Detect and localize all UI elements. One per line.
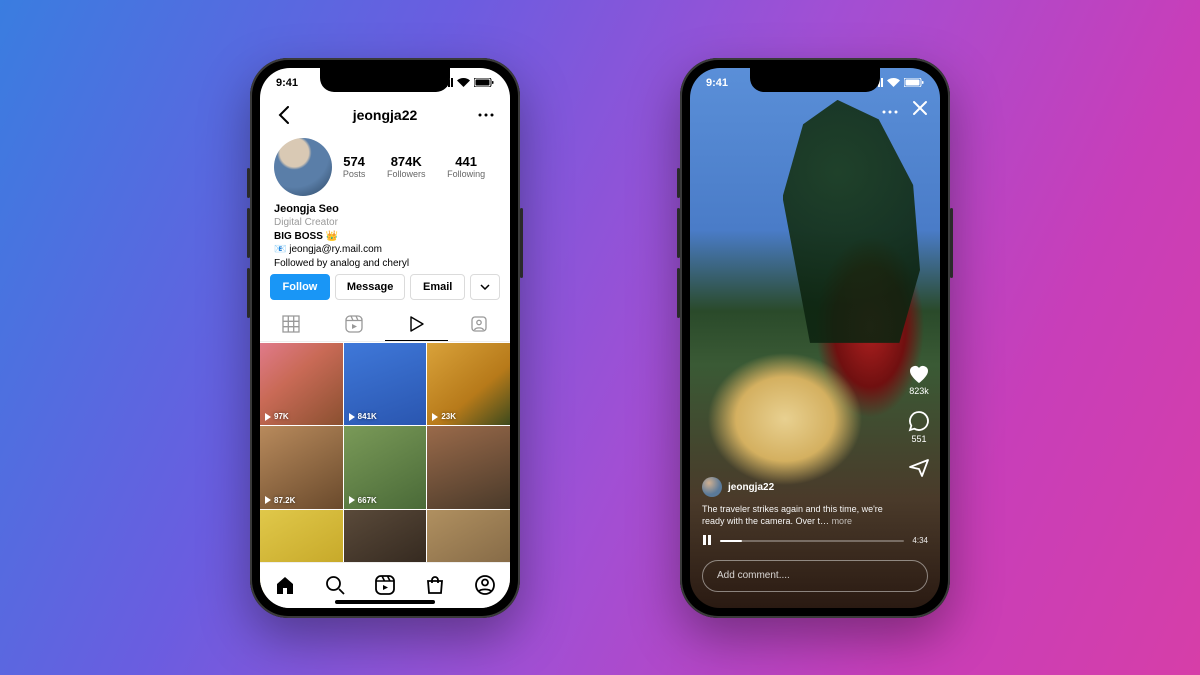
profile-tabs xyxy=(260,308,510,342)
view-count: 23K xyxy=(441,412,456,421)
grid-icon xyxy=(282,315,300,333)
post-grid: 97K 841K 23K 87.2K 667K xyxy=(260,343,510,593)
heart-icon xyxy=(908,364,930,384)
tab-reels[interactable] xyxy=(323,308,386,341)
play-icon xyxy=(264,413,272,421)
profile-bio: Jeongja Seo Digital Creator BIG BOSS 👑 📧… xyxy=(274,202,496,271)
grid-item[interactable]: 97K xyxy=(260,343,343,426)
avatar[interactable] xyxy=(274,138,332,196)
nav-home[interactable] xyxy=(272,572,298,598)
view-count: 87.2K xyxy=(274,496,295,505)
chevron-down-icon xyxy=(480,284,490,290)
stat-label: Following xyxy=(447,169,485,179)
grid-item[interactable] xyxy=(427,426,510,509)
tagged-icon xyxy=(470,315,488,333)
video-caption: jeongja22 The traveler strikes again and… xyxy=(702,477,884,527)
caption-more[interactable]: more xyxy=(832,516,853,526)
display-name: Jeongja Seo xyxy=(274,202,496,217)
nav-reels[interactable] xyxy=(372,572,398,598)
shop-icon xyxy=(424,574,446,596)
reels-icon xyxy=(345,315,363,333)
grid-item[interactable]: 667K xyxy=(344,426,427,509)
play-icon xyxy=(431,413,439,421)
grid-item[interactable]: 841K xyxy=(344,343,427,426)
battery-icon xyxy=(474,78,494,87)
view-count: 667K xyxy=(358,496,377,505)
grid-item[interactable]: 87.2K xyxy=(260,426,343,509)
tab-video[interactable] xyxy=(385,308,448,341)
video-top-controls xyxy=(882,100,928,121)
phone-profile: 9:41 jeongja22 574Posts 874KFollowers 44… xyxy=(250,58,520,618)
close-button[interactable] xyxy=(912,100,928,121)
stat-value: 574 xyxy=(343,154,366,169)
back-button[interactable] xyxy=(272,103,296,127)
video-progress: 4:34 xyxy=(702,532,928,550)
play-icon xyxy=(348,413,356,421)
nav-shop[interactable] xyxy=(422,572,448,598)
comment-icon xyxy=(908,410,930,432)
status-time: 9:41 xyxy=(276,77,298,89)
play-icon xyxy=(348,496,356,504)
comment-placeholder: Add comment.... xyxy=(717,570,790,581)
profile-header: jeongja22 xyxy=(260,98,510,132)
profile-icon xyxy=(474,574,496,596)
stat-label: Followers xyxy=(387,169,426,179)
stat-following[interactable]: 441Following xyxy=(447,154,485,179)
pause-button[interactable] xyxy=(702,532,712,550)
play-icon xyxy=(407,315,425,333)
wifi-icon xyxy=(457,78,470,87)
category: Digital Creator xyxy=(274,216,496,230)
message-button[interactable]: Message xyxy=(335,274,405,300)
comment-count: 551 xyxy=(911,434,926,444)
add-comment-input[interactable]: Add comment.... xyxy=(702,560,928,592)
stat-value: 874K xyxy=(387,154,426,169)
stat-label: Posts xyxy=(343,169,366,179)
status-time: 9:41 xyxy=(706,77,728,89)
comment-button[interactable]: 551 xyxy=(908,410,930,444)
play-icon xyxy=(264,496,272,504)
email-button[interactable]: Email xyxy=(410,274,465,300)
view-count: 841K xyxy=(358,412,377,421)
more-options-button[interactable] xyxy=(474,103,498,127)
like-count: 823k xyxy=(909,386,929,396)
share-button[interactable] xyxy=(908,458,930,478)
home-indicator[interactable] xyxy=(335,600,435,604)
caption-user[interactable]: jeongja22 xyxy=(702,477,884,497)
reels-icon xyxy=(374,574,396,596)
progress-fill xyxy=(720,540,742,542)
phone-video-player: 9:41 823k 551 xyxy=(680,58,950,618)
follow-button[interactable]: Follow xyxy=(270,274,330,300)
profile-username-title: jeongja22 xyxy=(353,107,418,123)
stat-posts[interactable]: 574Posts xyxy=(343,154,366,179)
profile-actions: Follow Message Email xyxy=(270,274,500,300)
share-icon xyxy=(908,458,930,478)
stat-followers[interactable]: 874KFollowers xyxy=(387,154,426,179)
suggested-button[interactable] xyxy=(470,274,500,300)
grid-item[interactable]: 23K xyxy=(427,343,510,426)
nav-search[interactable] xyxy=(322,572,348,598)
pause-icon xyxy=(702,535,712,545)
nav-profile[interactable] xyxy=(472,572,498,598)
view-count: 97K xyxy=(274,412,289,421)
stat-value: 441 xyxy=(447,154,485,169)
search-icon xyxy=(324,574,346,596)
tab-grid[interactable] xyxy=(260,308,323,341)
avatar xyxy=(702,477,722,497)
home-icon xyxy=(274,574,296,596)
progress-track[interactable] xyxy=(720,540,904,542)
caption-username: jeongja22 xyxy=(728,482,774,493)
like-button[interactable]: 823k xyxy=(908,364,930,396)
bio-email: 📧 jeongja@ry.mail.com xyxy=(274,243,496,257)
caption-text: The traveler strikes again and this time… xyxy=(702,504,883,526)
battery-icon xyxy=(904,78,924,87)
profile-summary: 574Posts 874KFollowers 441Following xyxy=(260,134,510,200)
close-icon xyxy=(912,100,928,116)
video-duration: 4:34 xyxy=(912,536,928,545)
more-options-button[interactable] xyxy=(882,101,898,119)
wifi-icon xyxy=(887,78,900,87)
followed-by: Followed by analog and cheryl xyxy=(274,257,496,271)
video-action-rail: 823k 551 xyxy=(908,364,930,478)
bio-text: BIG BOSS 👑 xyxy=(274,230,496,244)
tab-tagged[interactable] xyxy=(448,308,511,341)
